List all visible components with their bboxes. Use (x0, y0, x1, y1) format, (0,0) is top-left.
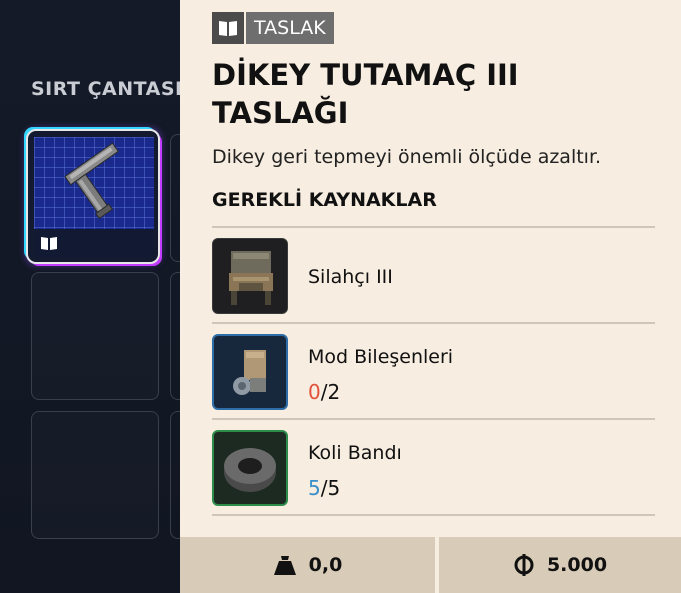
quantity-owned: 5 (308, 476, 321, 500)
item-type-label: TASLAK (246, 12, 334, 44)
divider (212, 226, 655, 228)
blueprint-thumbnail (34, 137, 154, 229)
inventory-slot-empty[interactable] (31, 272, 159, 400)
inventory-slot-empty[interactable] (31, 411, 159, 539)
quantity-needed: /2 (320, 380, 341, 404)
weight-icon (273, 554, 297, 576)
resource-name: Mod Bileşenleri (308, 346, 454, 368)
resource-quantity: 5/5 (308, 476, 340, 500)
resource-quantity: 0/2 (308, 380, 340, 404)
duct-tape-icon (212, 430, 288, 506)
divider (212, 418, 655, 420)
weight-value: 0,0 (308, 554, 343, 576)
item-detail-panel: TASLAK DİKEY TUTAMAÇ III TASLAĞI Dikey g… (180, 0, 681, 593)
book-icon (212, 12, 244, 44)
item-footer: 0,0 5.000 (180, 537, 681, 593)
workbench-icon (212, 238, 288, 314)
weight-display: 0,0 (180, 537, 435, 593)
divider (212, 322, 655, 324)
item-type-tag: TASLAK (212, 12, 334, 44)
resource-row[interactable]: Silahçı III (212, 238, 655, 314)
item-description: Dikey geri tepmeyi önemli ölçüde azaltır… (212, 146, 602, 168)
divider (212, 514, 655, 516)
quantity-needed: /5 (320, 476, 341, 500)
resource-name: Koli Bandı (308, 442, 402, 464)
currency-icon (513, 554, 535, 576)
item-title: DİKEY TUTAMAÇ III TASLAĞI (212, 58, 519, 130)
mod-components-icon (212, 334, 288, 410)
inventory-slot-selected[interactable] (26, 129, 160, 264)
backpack-title: SIRT ÇANTASI (31, 78, 183, 100)
price-display: 5.000 (439, 537, 681, 593)
resource-name: Silahçı III (308, 266, 393, 288)
resource-row[interactable]: Mod Bileşenleri 0/2 (212, 334, 655, 410)
quantity-owned: 0 (308, 380, 321, 404)
price-value: 5.000 (546, 554, 608, 576)
vertical-grip-icon (64, 142, 119, 220)
requirements-title: GEREKLİ KAYNAKLAR (212, 189, 437, 211)
book-icon (40, 235, 58, 255)
backpack-panel: SIRT ÇANTASI (0, 0, 183, 593)
resource-row[interactable]: Koli Bandı 5/5 (212, 430, 655, 506)
